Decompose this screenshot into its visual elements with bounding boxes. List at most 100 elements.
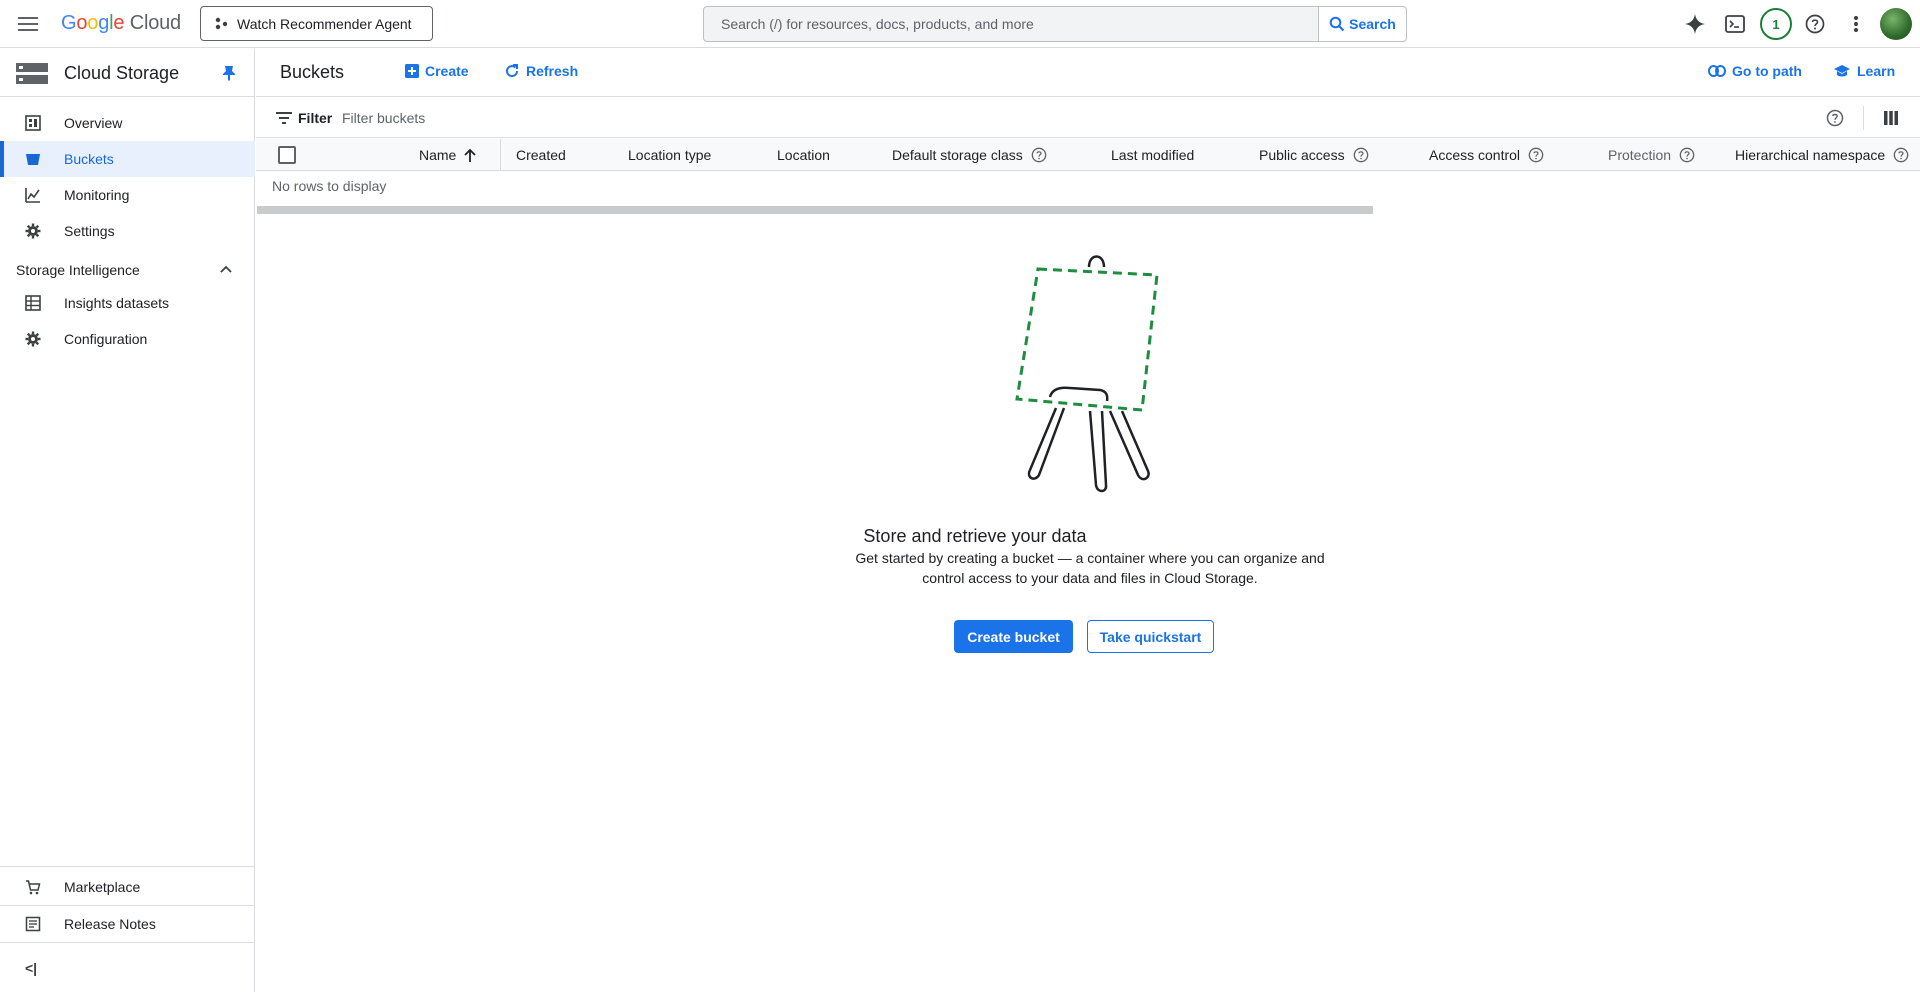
column-label: Last modified [1111, 147, 1195, 163]
sidebar-item-label: Configuration [64, 331, 148, 347]
help-circle-icon[interactable] [1826, 109, 1844, 127]
gear-icon [25, 223, 41, 239]
filter-list-icon [276, 112, 292, 124]
section-label: Storage Intelligence [16, 262, 140, 278]
sidebar-item-label: Insights datasets [64, 295, 170, 311]
help-icon[interactable] [1801, 10, 1829, 38]
more-options-icon[interactable] [1842, 10, 1870, 38]
sidebar-item-label: Release Notes [64, 916, 156, 932]
refresh-button[interactable]: Refresh [504, 63, 578, 79]
school-icon [1834, 65, 1850, 77]
column-label: Created [516, 147, 566, 163]
learn-button[interactable]: Learn [1833, 63, 1895, 79]
help-circle-icon[interactable] [1528, 147, 1544, 163]
column-label: Location type [628, 147, 712, 163]
sidebar-item-label: Buckets [64, 151, 114, 167]
gemini-sparkle-icon[interactable] [1681, 10, 1709, 38]
easel-illustration [1015, 255, 1159, 493]
column-header-location[interactable]: Location [777, 147, 830, 163]
column-header-location-type[interactable]: Location type [628, 147, 711, 163]
refresh-icon [506, 64, 519, 78]
google-cloud-logo[interactable]: Google Cloud [61, 12, 181, 35]
column-display-icon[interactable] [1884, 111, 1898, 125]
column-label: Protection [1608, 147, 1672, 163]
sidebar-item-settings[interactable]: Settings [0, 213, 255, 249]
collapse-sidebar-button[interactable]: <| [0, 950, 255, 986]
column-header-last-modified[interactable]: Last modified [1111, 147, 1194, 163]
cloud-shell-terminal-icon[interactable] [1721, 10, 1749, 38]
storage-intelligence-section-toggle[interactable]: Storage Intelligence [0, 252, 255, 288]
go-to-path-button[interactable]: Go to path [1708, 63, 1802, 79]
sidebar-item-configuration[interactable]: Configuration [0, 321, 255, 357]
main-menu-icon[interactable] [14, 12, 42, 36]
column-header-default-storage-class[interactable]: Default storage class [892, 147, 1047, 163]
add-box-icon [405, 64, 419, 78]
take-quickstart-button[interactable]: Take quickstart [1087, 620, 1214, 653]
page-title: Buckets [280, 62, 345, 82]
select-all-checkbox[interactable] [278, 146, 296, 164]
product-header: Cloud Storage [0, 49, 255, 97]
column-label: Location [777, 147, 830, 163]
search-icon [1329, 16, 1345, 32]
table-header: Name Created Location type Location Defa… [256, 139, 1920, 171]
sidebar-item-overview[interactable]: Overview [0, 105, 255, 141]
top-bar: Google Cloud Watch Recommender Agent Sea… [0, 0, 1920, 48]
pin-icon[interactable] [222, 65, 236, 81]
help-circle-icon[interactable] [1893, 147, 1909, 163]
sidebar-item-release-notes[interactable]: Release Notes [0, 906, 255, 942]
search-input[interactable] [704, 7, 1318, 41]
release-notes-icon [25, 916, 41, 932]
dataset-table-icon [25, 295, 41, 311]
empty-state-description: Get started by creating a bucket — a con… [855, 550, 1325, 586]
content-header: Buckets Create Refresh Go to path Learn [256, 49, 1920, 97]
search-button[interactable]: Search [1318, 7, 1406, 41]
sidebar-item-label: Settings [64, 223, 115, 239]
sidebar-item-insights-datasets[interactable]: Insights datasets [0, 285, 255, 321]
sidebar-item-monitoring[interactable]: Monitoring [0, 177, 255, 213]
account-avatar[interactable] [1880, 8, 1912, 40]
column-header-created[interactable]: Created [516, 147, 566, 163]
sidebar-divider [0, 866, 255, 867]
filter-label: Filter [298, 110, 333, 126]
notifications-badge[interactable]: 1 [1760, 8, 1792, 40]
filter-button[interactable]: Filter [276, 110, 332, 126]
sidebar-item-marketplace[interactable]: Marketplace [0, 869, 255, 905]
arrow-up-icon [464, 148, 476, 162]
sidebar: Cloud Storage Overview Buckets Monitorin… [0, 49, 255, 992]
gear-icon [25, 331, 41, 347]
agent-icon [215, 17, 228, 29]
horizontal-scrollbar[interactable] [257, 206, 1373, 214]
column-header-protection[interactable]: Protection [1608, 147, 1695, 163]
help-circle-icon[interactable] [1031, 147, 1047, 163]
search-button-label: Search [1349, 16, 1396, 32]
agent-button-label: Watch Recommender Agent [237, 15, 412, 32]
create-button[interactable]: Create [405, 63, 469, 79]
chevron-up-icon [220, 265, 232, 273]
cloud-storage-icon [16, 63, 48, 84]
sidebar-item-buckets[interactable]: Buckets [0, 141, 255, 177]
sidebar-item-label: Marketplace [64, 879, 141, 895]
learn-label: Learn [1857, 63, 1896, 79]
column-header-public-access[interactable]: Public access [1259, 147, 1369, 163]
monitoring-chart-icon [25, 188, 40, 203]
bucket-icon [26, 154, 40, 165]
column-label: Default storage class [892, 147, 1023, 163]
create-button-label: Create [425, 63, 469, 79]
create-bucket-button[interactable]: Create bucket [954, 620, 1073, 653]
product-title: Cloud Storage [64, 63, 180, 83]
filter-divider [1863, 106, 1864, 130]
column-label: Access control [1429, 147, 1521, 163]
column-header-access-control[interactable]: Access control [1429, 147, 1544, 163]
help-circle-icon[interactable] [1679, 147, 1695, 163]
column-header-hierarchical-namespace[interactable]: Hierarchical namespace [1735, 147, 1909, 163]
sidebar-item-label: Overview [64, 115, 123, 131]
watch-recommender-agent-button[interactable]: Watch Recommender Agent [200, 6, 433, 41]
go-to-path-label: Go to path [1732, 63, 1802, 79]
column-label: Name [419, 147, 457, 163]
search-bar: Search [703, 6, 1407, 42]
filter-input[interactable] [342, 106, 942, 130]
empty-state-title-text: Store and retrieve your data [863, 526, 1087, 546]
column-header-name[interactable]: Name [419, 147, 476, 163]
filter-bar: Filter [256, 98, 1920, 138]
help-circle-icon[interactable] [1353, 147, 1369, 163]
